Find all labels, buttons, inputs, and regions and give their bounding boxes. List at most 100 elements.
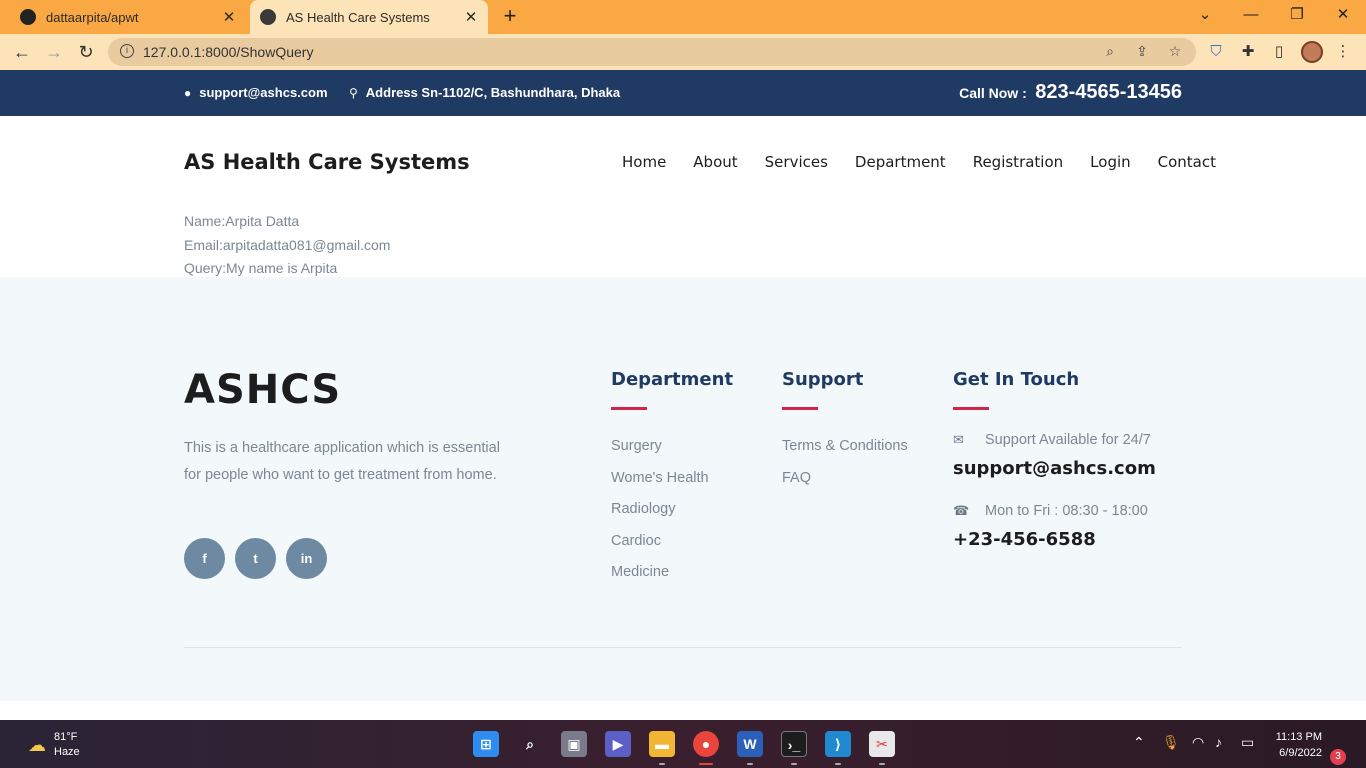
battery-icon[interactable]: ▭ bbox=[1241, 734, 1254, 751]
url-text[interactable]: 127.0.0.1:8000/ShowQuery bbox=[143, 44, 313, 60]
facebook-icon[interactable]: f bbox=[184, 538, 225, 579]
vscode-icon[interactable]: ⟩ bbox=[825, 731, 851, 757]
close-icon[interactable]: ✕ bbox=[460, 8, 482, 26]
footer-link-medicine[interactable]: Medicine bbox=[611, 564, 733, 596]
footer-email[interactable]: support@ashcs.com bbox=[953, 458, 1156, 479]
microphone-icon[interactable]: 🎙 bbox=[1162, 734, 1180, 751]
menu-kebab-icon[interactable]: ⋮ bbox=[1334, 43, 1352, 61]
footer-phone[interactable]: +23-456-6588 bbox=[953, 529, 1156, 550]
query-details: Name:Arpita Datta Email:arpitadatta081@g… bbox=[184, 210, 390, 281]
footer-department-title: Department bbox=[611, 369, 734, 390]
call-now-phone[interactable]: 823-4565-13456 bbox=[1035, 81, 1182, 103]
snipping-tool-icon[interactable]: ✂ bbox=[869, 731, 895, 757]
terminal-icon[interactable]: ›_ bbox=[781, 731, 807, 757]
reload-icon[interactable]: ↻ bbox=[74, 40, 98, 64]
footer-support-title: Support bbox=[782, 369, 864, 390]
footer-logo: ASHCS bbox=[184, 367, 342, 413]
task-view-icon[interactable]: ▣ bbox=[561, 731, 587, 757]
system-clock[interactable]: 11:13 PM 6/9/2022 bbox=[1266, 729, 1322, 761]
clock-time: 11:13 PM bbox=[1275, 731, 1322, 743]
globe-icon bbox=[260, 9, 276, 25]
nav-home[interactable]: Home bbox=[622, 153, 666, 171]
windows-taskbar: ☁ 81°F Haze ⊞ ⌕ ▣ ▶ ▬ ● W ›_ ⟩ ✂ ⌃ 🎙 ◠ ♪… bbox=[0, 720, 1366, 768]
minimize-button[interactable]: — bbox=[1228, 0, 1274, 34]
nav-about[interactable]: About bbox=[693, 153, 737, 171]
address-bar[interactable]: i 127.0.0.1:8000/ShowQuery ⌕ ⇪ ☆ bbox=[108, 38, 1196, 66]
query-name: Name:Arpita Datta bbox=[184, 213, 300, 229]
contact-top-bar: ● support@ashcs.com ⚲ Address Sn-1102/C,… bbox=[0, 70, 1366, 116]
notification-badge[interactable]: 3 bbox=[1330, 749, 1346, 765]
footer-divider bbox=[184, 647, 1182, 648]
support-availability: ✉ Support Available for 24/7 bbox=[953, 432, 1156, 448]
footer-link-faq[interactable]: FAQ bbox=[782, 470, 908, 502]
zoom-icon[interactable]: ⌕ bbox=[1101, 43, 1119, 61]
linkedin-icon[interactable]: in bbox=[286, 538, 327, 579]
nav-login[interactable]: Login bbox=[1090, 153, 1130, 171]
footer-link-radiology[interactable]: Radiology bbox=[611, 501, 733, 533]
top-address-text: Address Sn-1102/C, Bashundhara, Dhaka bbox=[365, 85, 621, 100]
start-icon[interactable]: ⊞ bbox=[473, 731, 499, 757]
chrome-icon[interactable]: ● bbox=[693, 731, 719, 757]
chevron-up-icon[interactable]: ⌃ bbox=[1133, 734, 1145, 751]
running-indicator bbox=[879, 763, 885, 765]
top-email-text[interactable]: support@ashcs.com bbox=[199, 85, 327, 100]
hours-label: Mon to Fri : 08:30 - 18:00 bbox=[985, 503, 1148, 519]
profile-avatar[interactable] bbox=[1301, 41, 1323, 63]
social-links: f t in bbox=[184, 538, 337, 579]
close-icon[interactable]: ✕ bbox=[218, 8, 240, 26]
bookmark-star-icon[interactable]: ☆ bbox=[1166, 43, 1184, 61]
weather-condition: Haze bbox=[54, 746, 80, 758]
tab-title: AS Health Care Systems bbox=[286, 9, 430, 25]
running-indicator bbox=[747, 763, 753, 765]
weather-temp: 81°F bbox=[54, 731, 78, 743]
accent-divider bbox=[782, 407, 818, 410]
github-icon bbox=[20, 9, 36, 25]
nav-registration[interactable]: Registration bbox=[973, 153, 1063, 171]
browser-toolbar: ← → ↻ i 127.0.0.1:8000/ShowQuery ⌕ ⇪ ☆ ⛉… bbox=[0, 34, 1366, 70]
weather-cloud-icon: ☁ bbox=[28, 734, 46, 755]
close-window-button[interactable]: ✕ bbox=[1320, 0, 1366, 34]
site-brand[interactable]: AS Health Care Systems bbox=[184, 150, 470, 174]
site-header: AS Health Care Systems Home About Servic… bbox=[0, 116, 1366, 206]
footer-contact: Get In Touch ✉ Support Available for 24/… bbox=[953, 369, 1156, 550]
extensions-puzzle-icon[interactable]: ✚ bbox=[1239, 43, 1257, 61]
back-icon[interactable]: ← bbox=[10, 40, 34, 64]
extension-shield-icon[interactable]: ⛉ bbox=[1207, 43, 1225, 61]
nav-contact[interactable]: Contact bbox=[1158, 153, 1216, 171]
call-now: Call Now : 823-4565-13456 bbox=[959, 81, 1182, 104]
footer-link-terms[interactable]: Terms & Conditions bbox=[782, 438, 908, 470]
forward-icon[interactable]: → bbox=[42, 40, 66, 64]
clock-date: 6/9/2022 bbox=[1279, 747, 1322, 759]
restore-button[interactable]: ❐ bbox=[1274, 0, 1320, 34]
chat-bubble-icon: ● bbox=[184, 85, 192, 100]
volume-icon[interactable]: ♪ bbox=[1215, 734, 1222, 750]
footer-link-cardioc[interactable]: Cardioc bbox=[611, 533, 733, 565]
accent-divider bbox=[611, 407, 647, 410]
query-email: Email:arpitadatta081@gmail.com bbox=[184, 236, 391, 253]
wifi-icon[interactable]: ◠ bbox=[1192, 734, 1204, 751]
tab-search-icon[interactable]: ⌄ bbox=[1182, 0, 1228, 34]
word-icon[interactable]: W bbox=[737, 731, 763, 757]
working-hours: ☎ Mon to Fri : 08:30 - 18:00 bbox=[953, 503, 1156, 519]
search-icon[interactable]: ⌕ bbox=[517, 731, 543, 757]
support-label: Support Available for 24/7 bbox=[985, 432, 1151, 448]
share-icon[interactable]: ⇪ bbox=[1133, 43, 1151, 61]
side-panel-icon[interactable]: ▯ bbox=[1270, 43, 1288, 61]
meet-icon[interactable]: ▶ bbox=[605, 731, 631, 757]
active-indicator bbox=[699, 763, 713, 765]
tab-health-care[interactable]: AS Health Care Systems ✕ bbox=[250, 0, 488, 34]
nav-department[interactable]: Department bbox=[855, 153, 946, 171]
top-address: ⚲ Address Sn-1102/C, Bashundhara, Dhaka bbox=[349, 85, 620, 100]
weather-widget[interactable]: ☁ 81°F Haze bbox=[28, 730, 80, 760]
envelope-icon: ✉ bbox=[953, 432, 964, 447]
nav-services[interactable]: Services bbox=[765, 153, 828, 171]
footer-link-womens-health[interactable]: Wome's Health bbox=[611, 470, 733, 502]
footer-link-surgery[interactable]: Surgery bbox=[611, 438, 733, 470]
twitter-icon[interactable]: t bbox=[235, 538, 276, 579]
file-explorer-icon[interactable]: ▬ bbox=[649, 731, 675, 757]
site-info-icon[interactable]: i bbox=[120, 44, 134, 58]
new-tab-button[interactable]: + bbox=[497, 4, 523, 30]
running-indicator bbox=[835, 763, 841, 765]
tab-title: dattaarpita/apwt bbox=[46, 9, 139, 25]
tab-github[interactable]: dattaarpita/apwt ✕ bbox=[8, 0, 246, 34]
